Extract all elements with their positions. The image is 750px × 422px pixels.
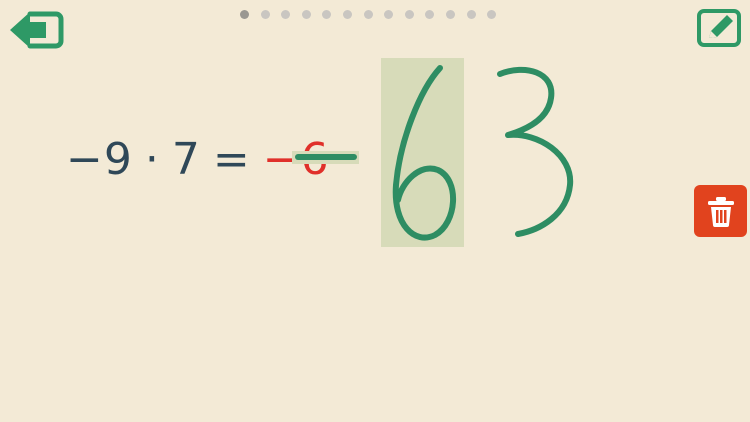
progress-dot <box>260 10 270 19</box>
progress-dot <box>240 10 249 19</box>
equation-term: = <box>212 133 251 185</box>
edit-button[interactable] <box>696 8 742 48</box>
back-button[interactable] <box>8 8 64 52</box>
progress-dot <box>384 10 394 19</box>
equation-term: · <box>144 133 160 185</box>
progress-dot <box>342 10 352 19</box>
progress-dot <box>322 10 332 19</box>
progress-dot <box>487 10 497 19</box>
handwriting-canvas[interactable] <box>280 50 590 260</box>
progress-dot <box>404 10 414 19</box>
progress-dot <box>281 10 291 19</box>
progress-dot <box>301 10 311 19</box>
progress-indicator <box>240 10 497 19</box>
handwritten-three <box>497 66 574 237</box>
progress-dot <box>466 10 476 19</box>
equation-term: 7 <box>171 133 201 185</box>
progress-dot <box>425 10 435 19</box>
trash-icon <box>707 197 734 227</box>
progress-dot <box>445 10 455 19</box>
handwriting-svg <box>292 58 574 247</box>
clear-button[interactable] <box>694 185 747 237</box>
pencil-edit-icon <box>697 9 741 47</box>
equation-term: −9 <box>66 133 133 185</box>
progress-dot <box>363 10 373 19</box>
arrow-left-exit-icon <box>10 11 64 49</box>
